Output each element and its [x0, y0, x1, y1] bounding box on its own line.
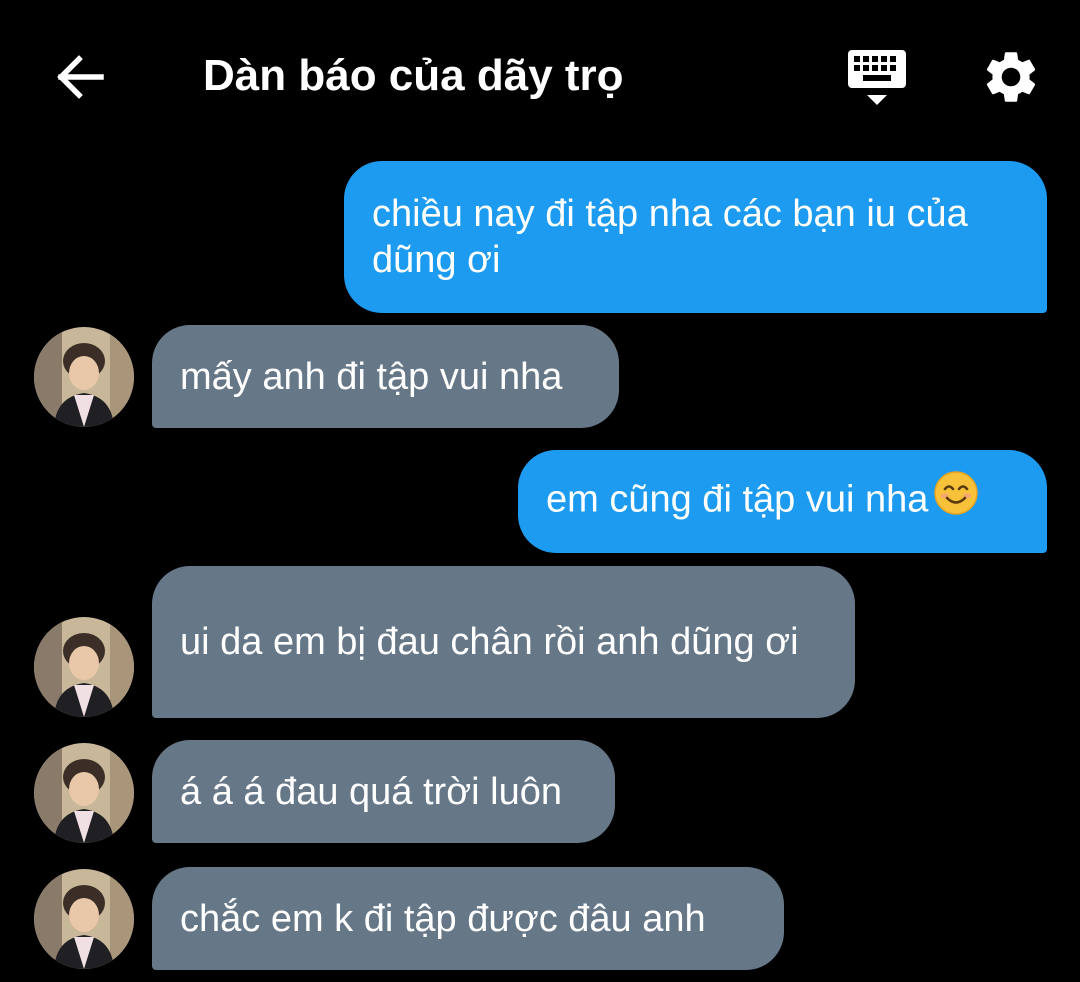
- incoming-message[interactable]: mấy anh đi tập vui nha: [152, 325, 619, 428]
- avatar[interactable]: [34, 327, 134, 427]
- settings-button[interactable]: [980, 46, 1042, 108]
- avatar-photo: [34, 743, 134, 843]
- message-text: em cũng đi tập vui nha: [546, 471, 1019, 529]
- gear-icon: [986, 52, 1036, 102]
- avatar-photo: [34, 869, 134, 969]
- avatar-photo: [34, 617, 134, 717]
- message-text: á á á đau quá trời luôn: [180, 770, 562, 813]
- message-text: chiều nay đi tập nha các bạn iu của dũng…: [372, 193, 968, 281]
- keyboard-icon: [848, 50, 906, 105]
- avatar[interactable]: [34, 617, 134, 717]
- back-button[interactable]: [48, 46, 110, 108]
- message-text: chắc em k đi tập được đâu anh: [180, 897, 706, 940]
- message-text: ui da em bị đau chân rồi anh dũng ơi: [180, 621, 799, 663]
- avatar[interactable]: [34, 869, 134, 969]
- avatar-photo: [34, 327, 134, 427]
- outgoing-message[interactable]: chiều nay đi tập nha các bạn iu của dũng…: [344, 161, 1047, 313]
- chat-header: Dàn báo của dãy trọ: [0, 0, 1080, 150]
- message-text: mấy anh đi tập vui nha: [180, 355, 563, 398]
- incoming-message[interactable]: ui da em bị đau chân rồi anh dũng ơi: [152, 566, 855, 718]
- incoming-message[interactable]: chắc em k đi tập được đâu anh: [152, 867, 784, 970]
- arrow-left-icon: [57, 55, 104, 99]
- smiling-face-emoji: [934, 471, 979, 526]
- avatar[interactable]: [34, 743, 134, 843]
- incoming-message[interactable]: á á á đau quá trời luôn: [152, 740, 615, 843]
- outgoing-message[interactable]: em cũng đi tập vui nha: [518, 450, 1047, 553]
- keyboard-button[interactable]: [842, 44, 912, 110]
- conversation-title: Dàn báo của dãy trọ: [203, 51, 624, 100]
